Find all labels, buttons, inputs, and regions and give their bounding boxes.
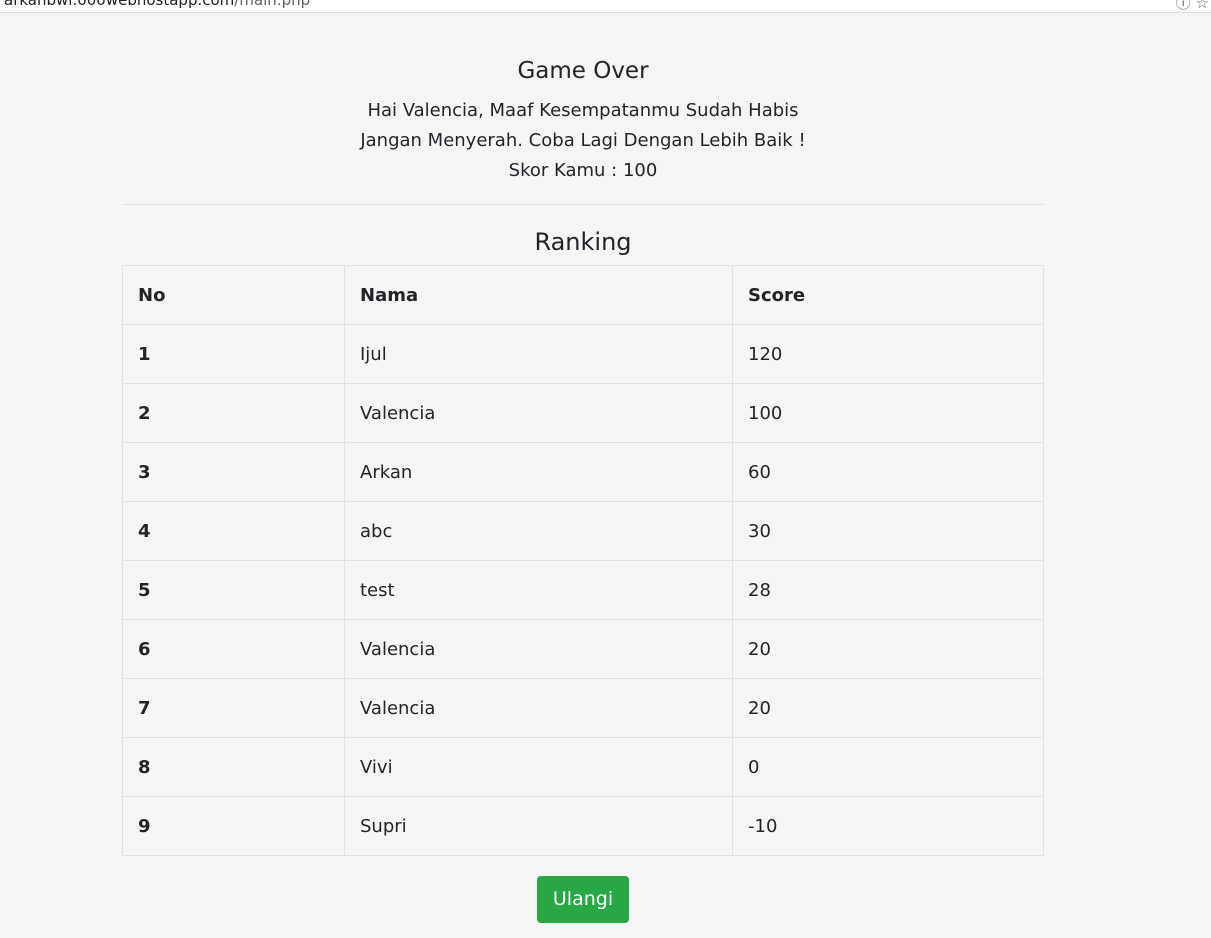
address-path: /main.php (234, 0, 311, 9)
greeting-text: Hai Valencia, Maaf Kesempatanmu Sudah Ha… (367, 100, 799, 121)
cell-no: 1 (122, 324, 345, 384)
browser-toolbar-icons: ⓘ ☆ (1176, 0, 1209, 12)
cell-score: 60 (732, 442, 1044, 502)
cell-nama: Supri (344, 796, 733, 856)
table-row: 4 abc 30 (122, 501, 1044, 561)
encourage-text: Jangan Menyerah. Coba Lagi Dengan Lebih … (360, 130, 806, 151)
cell-no: 3 (122, 442, 345, 502)
cell-nama: Arkan (344, 442, 733, 502)
cell-nama: test (344, 560, 733, 620)
table-row: 1 Ijul 120 (122, 324, 1044, 384)
cell-score: -10 (732, 796, 1044, 856)
cell-nama: Vivi (344, 737, 733, 797)
table-row: 2 Valencia 100 (122, 383, 1044, 443)
table-header-row: No Nama Score (122, 265, 1044, 325)
address-url[interactable]: arkanbwi.000webhostapp.com/main.php (4, 0, 310, 9)
cell-score: 0 (732, 737, 1044, 797)
cell-no: 9 (122, 796, 345, 856)
main-container: Game Over Hai Valencia, Maaf Kesempatanm… (122, 18, 1044, 923)
cell-nama: Valencia (344, 619, 733, 679)
star-icon[interactable]: ☆ (1196, 0, 1209, 12)
cell-no: 7 (122, 678, 345, 738)
cell-score: 28 (732, 560, 1044, 620)
cell-score: 20 (732, 619, 1044, 679)
action-bar: Ulangi (122, 876, 1044, 923)
cell-nama: Ijul (344, 324, 733, 384)
table-row: 5 test 28 (122, 560, 1044, 620)
result-message: Hai Valencia, Maaf Kesempatanmu Sudah Ha… (122, 96, 1044, 186)
game-over-title: Game Over (517, 58, 649, 84)
retry-button[interactable]: Ulangi (536, 876, 630, 923)
cell-score: 120 (732, 324, 1044, 384)
cell-no: 2 (122, 383, 345, 443)
table-row: 9 Supri -10 (122, 796, 1044, 856)
cell-nama: abc (344, 501, 733, 561)
cell-no: 5 (122, 560, 345, 620)
header-score: Score (732, 265, 1044, 325)
info-icon[interactable]: ⓘ (1176, 0, 1191, 12)
divider (122, 204, 1044, 205)
score-text: Skor Kamu : 100 (508, 160, 658, 181)
header-nama: Nama (344, 265, 733, 325)
cell-score: 20 (732, 678, 1044, 738)
table-row: 6 Valencia 20 (122, 619, 1044, 679)
cell-no: 6 (122, 619, 345, 679)
table-row: 8 Vivi 0 (122, 737, 1044, 797)
browser-address-bar[interactable]: arkanbwi.000webhostapp.com/main.php ⓘ ☆ (0, 0, 1211, 13)
cell-nama: Valencia (344, 678, 733, 738)
ranking-table: No Nama Score 1 Ijul 120 2 Valencia 100 … (122, 265, 1044, 856)
table-row: 7 Valencia 20 (122, 678, 1044, 738)
cell-no: 8 (122, 737, 345, 797)
header-no: No (122, 265, 345, 325)
address-domain: arkanbwi.000webhostapp.com (4, 0, 235, 9)
cell-no: 4 (122, 501, 345, 561)
ranking-title: Ranking (534, 228, 632, 256)
cell-score: 30 (732, 501, 1044, 561)
cell-nama: Valencia (344, 383, 733, 443)
table-row: 3 Arkan 60 (122, 442, 1044, 502)
cell-score: 100 (732, 383, 1044, 443)
